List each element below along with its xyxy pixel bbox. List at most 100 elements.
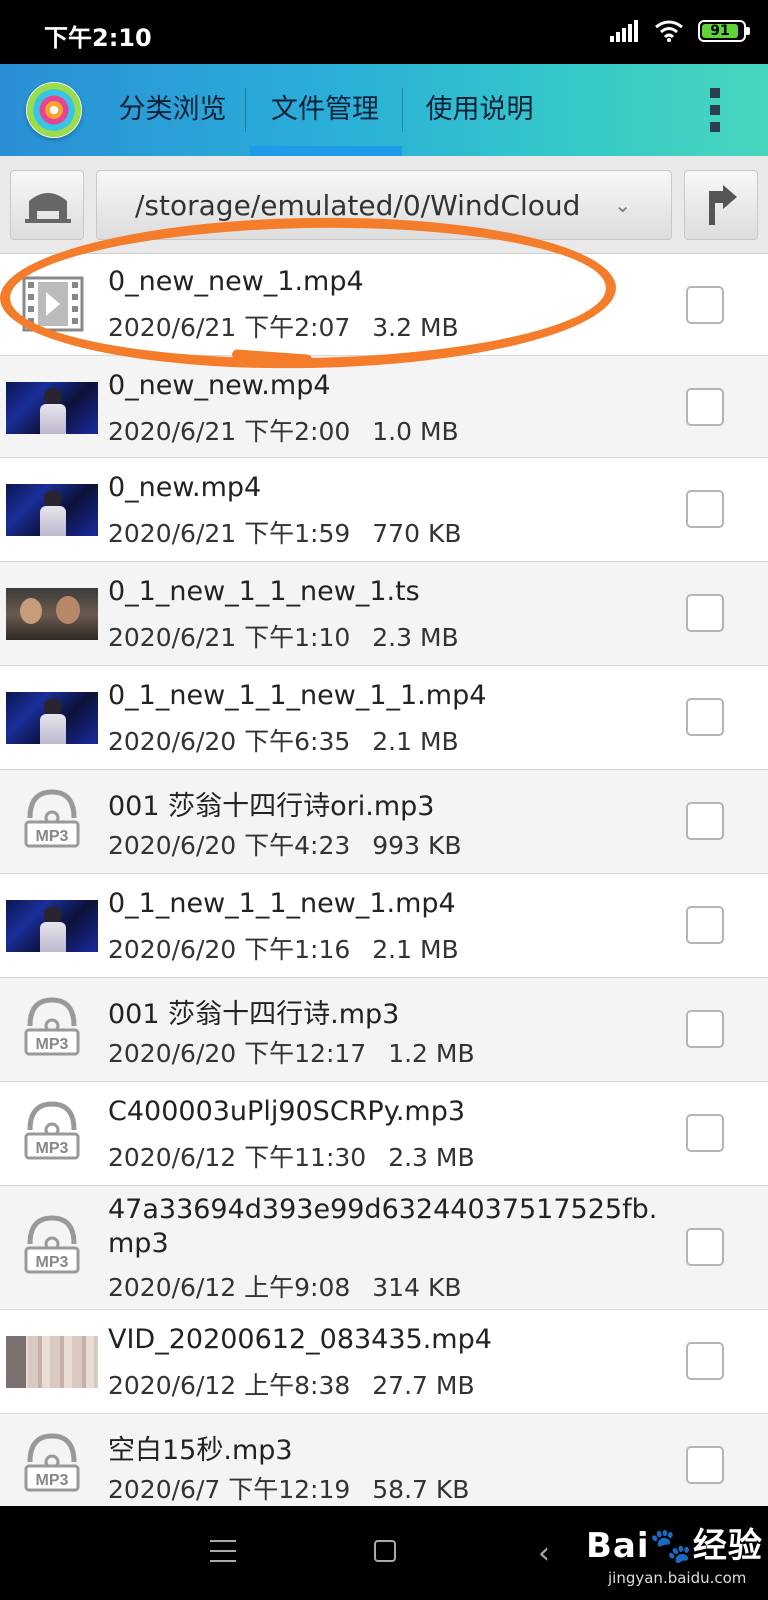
- video-thumbnail: [6, 692, 98, 744]
- file-row[interactable]: MP3 C400003uPlj90SCRPy.mp3 2020/6/12 下午1…: [0, 1082, 768, 1186]
- file-name: 0_new.mp4: [108, 472, 262, 503]
- home-icon: [25, 193, 71, 223]
- home-nav-icon[interactable]: [374, 1540, 396, 1562]
- app-logo-icon[interactable]: [26, 82, 82, 138]
- video-thumbnail: [6, 484, 98, 536]
- file-row[interactable]: MP3 空白15秒.mp3 2020/6/7 下午12:19 58.7 KB: [0, 1414, 768, 1506]
- file-checkbox[interactable]: [686, 490, 724, 528]
- file-row[interactable]: 0_new.mp4 2020/6/21 下午1:59 770 KB: [0, 458, 768, 562]
- mp3-file-icon: MP3: [24, 1215, 80, 1274]
- file-meta: 2020/6/20 下午6:35 2.1 MB: [108, 722, 459, 758]
- file-name: VID_20200612_083435.mp4: [108, 1324, 492, 1355]
- file-meta: 2020/6/21 下午1:59 770 KB: [108, 514, 462, 550]
- file-row[interactable]: MP3 47a33694d393e99d63244037517525fb. mp…: [0, 1186, 768, 1310]
- file-name: 0_new_new_1.mp4: [108, 266, 364, 297]
- file-date: 2020/6/12 下午11:30: [108, 1143, 367, 1172]
- file-checkbox[interactable]: [686, 906, 724, 944]
- file-date: 2020/6/7 下午12:19: [108, 1475, 351, 1504]
- file-checkbox[interactable]: [686, 1010, 724, 1048]
- file-size: 2.3 MB: [388, 1143, 475, 1172]
- status-icons: 91: [610, 20, 750, 42]
- battery-level: 91: [710, 23, 730, 39]
- svg-text:MP3: MP3: [36, 1254, 69, 1271]
- tab-divider: [245, 88, 246, 132]
- file-name: 0_1_new_1_1_new_1.mp4: [108, 888, 456, 919]
- file-meta: 2020/6/12 上午9:08 314 KB: [108, 1268, 462, 1304]
- file-name-line1: 47a33694d393e99d63244037517525fb.: [108, 1194, 658, 1225]
- path-dropdown[interactable]: /storage/emulated/0/WindCloud ⌄: [96, 170, 672, 240]
- file-date: 2020/6/21 下午1:59: [108, 519, 351, 548]
- file-row[interactable]: 0_new_new.mp4 2020/6/21 下午2:00 1.0 MB: [0, 356, 768, 458]
- video-thumbnail: [6, 900, 98, 952]
- back-nav-icon[interactable]: ‹: [538, 1536, 550, 1571]
- recents-menu-icon[interactable]: [210, 1540, 236, 1562]
- video-thumbnail: [6, 1336, 98, 1388]
- file-name: 0_1_new_1_1_new_1.ts: [108, 576, 420, 607]
- mp3-file-icon: MP3: [24, 789, 80, 848]
- tab-category-browse[interactable]: 分类浏览: [100, 64, 245, 156]
- video-thumbnail: [6, 588, 98, 640]
- file-size: 3.2 MB: [372, 313, 459, 342]
- file-checkbox[interactable]: [686, 1446, 724, 1484]
- file-row[interactable]: MP3 001 莎翁十四行诗ori.mp3 2020/6/20 下午4:23 99…: [0, 770, 768, 874]
- file-size: 2.3 MB: [372, 623, 459, 652]
- file-checkbox[interactable]: [686, 388, 724, 426]
- file-name: 0_1_new_1_1_new_1_1.mp4: [108, 680, 487, 711]
- home-button[interactable]: [10, 170, 84, 240]
- file-checkbox[interactable]: [686, 802, 724, 840]
- file-checkbox[interactable]: [686, 698, 724, 736]
- file-date: 2020/6/12 上午9:08: [108, 1273, 351, 1302]
- file-meta: 2020/6/7 下午12:19 58.7 KB: [108, 1470, 469, 1506]
- app-bar: 分类浏览 文件管理 使用说明: [0, 64, 768, 156]
- file-row[interactable]: VID_20200612_083435.mp4 2020/6/12 上午8:38…: [0, 1310, 768, 1414]
- file-row[interactable]: 0_1_new_1_1_new_1.ts 2020/6/21 下午1:10 2.3…: [0, 562, 768, 666]
- file-size: 27.7 MB: [372, 1371, 475, 1400]
- file-size: 770 KB: [372, 519, 462, 548]
- file-checkbox[interactable]: [686, 1228, 724, 1266]
- file-date: 2020/6/20 下午1:16: [108, 935, 351, 964]
- status-time: 下午2:10: [44, 24, 152, 52]
- file-date: 2020/6/12 上午8:38: [108, 1371, 351, 1400]
- active-tab-indicator: [250, 146, 402, 156]
- file-date: 2020/6/21 下午2:00: [108, 417, 351, 446]
- file-row[interactable]: MP3 001 莎翁十四行诗.mp3 2020/6/20 下午12:17 1.2 …: [0, 978, 768, 1082]
- file-meta: 2020/6/21 下午2:07 3.2 MB: [108, 308, 459, 344]
- tab-instructions[interactable]: 使用说明: [402, 64, 557, 156]
- path-bar: /storage/emulated/0/WindCloud ⌄: [0, 156, 768, 254]
- chevron-down-icon: ⌄: [614, 193, 631, 217]
- file-row[interactable]: 0_1_new_1_1_new_1.mp4 2020/6/20 下午1:16 2.…: [0, 874, 768, 978]
- file-date: 2020/6/20 下午12:17: [108, 1039, 367, 1068]
- file-name: 001 莎翁十四行诗.mp3: [108, 999, 400, 1030]
- file-meta: 2020/6/20 下午12:17 1.2 MB: [108, 1034, 475, 1070]
- overflow-menu-icon[interactable]: [710, 88, 722, 132]
- mp3-file-icon: MP3: [24, 997, 80, 1056]
- file-checkbox[interactable]: [686, 1114, 724, 1152]
- tab-file-manager[interactable]: 文件管理: [250, 64, 400, 156]
- file-checkbox[interactable]: [686, 594, 724, 632]
- svg-text:MP3: MP3: [36, 1140, 69, 1157]
- file-size: 2.1 MB: [372, 727, 459, 756]
- file-meta: 2020/6/12 下午11:30 2.3 MB: [108, 1138, 475, 1174]
- file-name: 0_new_new.mp4: [108, 370, 331, 401]
- file-meta: 2020/6/21 下午1:10 2.3 MB: [108, 618, 459, 654]
- file-row[interactable]: 0_1_new_1_1_new_1_1.mp4 2020/6/20 下午6:35…: [0, 666, 768, 770]
- video-file-icon: [22, 276, 84, 332]
- file-list: 0_new_new_1.mp4 2020/6/21 下午2:07 3.2 MB 0…: [0, 254, 768, 1506]
- file-checkbox[interactable]: [686, 286, 724, 324]
- svg-text:MP3: MP3: [36, 1036, 69, 1053]
- current-path: /storage/emulated/0/WindCloud: [135, 189, 581, 222]
- file-size: 993 KB: [372, 831, 462, 860]
- file-size: 1.2 MB: [388, 1039, 475, 1068]
- file-name: 001 莎翁十四行诗ori.mp3: [108, 791, 435, 822]
- file-meta: 2020/6/21 下午2:00 1.0 MB: [108, 412, 459, 448]
- mp3-file-icon: MP3: [24, 1101, 80, 1160]
- system-nav-bar: ‹ Bai🐾经验 jingyan.baidu.com: [0, 1506, 768, 1600]
- arrow-up-icon: [709, 185, 737, 225]
- file-checkbox[interactable]: [686, 1342, 724, 1380]
- file-meta: 2020/6/20 下午4:23 993 KB: [108, 826, 462, 862]
- file-size: 314 KB: [372, 1273, 462, 1302]
- file-meta: 2020/6/12 上午8:38 27.7 MB: [108, 1366, 475, 1402]
- up-directory-button[interactable]: [684, 170, 758, 240]
- file-row[interactable]: 0_new_new_1.mp4 2020/6/21 下午2:07 3.2 MB: [0, 254, 768, 356]
- watermark-url: jingyan.baidu.com: [608, 1569, 747, 1587]
